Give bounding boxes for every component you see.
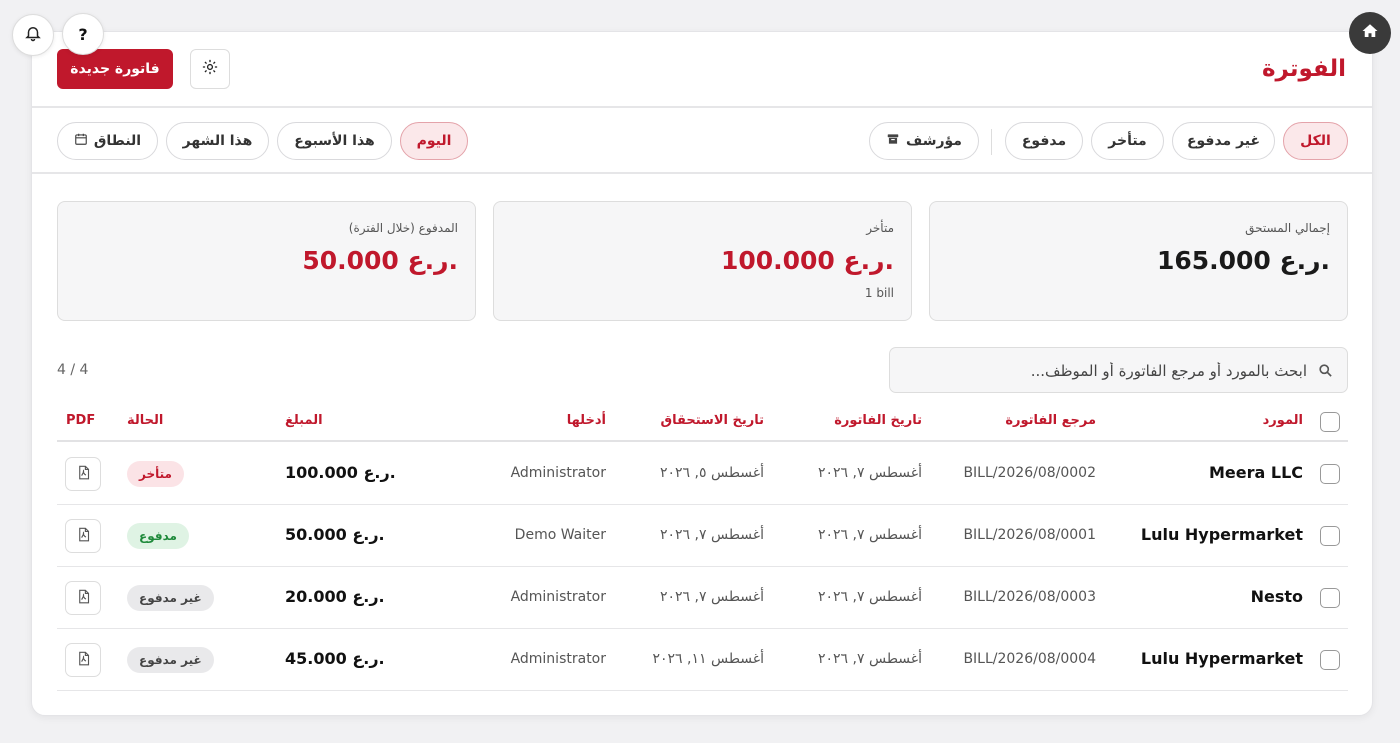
status-badge: غير مدفوع	[127, 585, 214, 611]
notifications-button[interactable]	[12, 14, 54, 56]
filter-divider	[991, 129, 992, 155]
status-badge: مدفوع	[127, 523, 189, 549]
filter-paid[interactable]: مدفوع	[1005, 122, 1083, 160]
col-amount[interactable]: المبلغ	[285, 413, 323, 428]
search-icon	[1318, 363, 1333, 382]
row-checkbox[interactable]	[1320, 464, 1340, 484]
help-button[interactable]: ?	[62, 13, 104, 55]
bell-icon	[24, 24, 42, 46]
billing-card: الفوترة فاتورة جديدة الكل غير مدفوع متأخ…	[31, 31, 1373, 716]
home-icon	[1361, 22, 1379, 44]
table-row[interactable]: Nesto BILL/2026/08/0003 أغسطس ٧, ٢٠٢٦ أغ…	[57, 567, 1348, 629]
status-badge: غير مدفوع	[127, 647, 214, 673]
help-icon: ?	[78, 24, 88, 44]
gear-icon	[201, 58, 219, 80]
settings-button[interactable]	[190, 49, 230, 89]
calendar-icon	[74, 132, 88, 150]
stat-total-due: إجمالي المستحق 165.000 ر.ع.	[929, 201, 1348, 321]
select-all-checkbox[interactable]	[1320, 412, 1340, 432]
pdf-button[interactable]	[65, 519, 101, 553]
filter-unpaid[interactable]: غير مدفوع	[1172, 122, 1275, 160]
col-ref[interactable]: مرجع الفاتورة	[1005, 413, 1096, 428]
archive-icon	[886, 132, 900, 150]
pdf-file-icon	[76, 650, 91, 671]
new-bill-button[interactable]: فاتورة جديدة	[57, 49, 173, 89]
table-header: المورد مرجع الفاتورة تاريخ الفاتورة تاري…	[57, 404, 1348, 442]
home-button[interactable]	[1349, 12, 1391, 54]
pdf-file-icon	[76, 526, 91, 547]
table-row[interactable]: Lulu Hypermarket BILL/2026/08/0001 أغسطس…	[57, 505, 1348, 567]
date-this-month[interactable]: هذا الشهر	[166, 122, 269, 160]
row-checkbox[interactable]	[1320, 526, 1340, 546]
filter-archived[interactable]: مؤرشف	[869, 122, 979, 160]
date-this-week[interactable]: هذا الأسبوع	[277, 122, 392, 160]
col-bill-date[interactable]: تاريخ الفاتورة	[834, 413, 922, 428]
pdf-file-icon	[76, 464, 91, 485]
row-checkbox[interactable]	[1320, 588, 1340, 608]
col-pdf: PDF	[66, 413, 96, 428]
date-today[interactable]: اليوم	[400, 122, 468, 160]
col-status[interactable]: الحالة	[127, 413, 163, 428]
stat-overdue: متأخر 100.000 ر.ع. 1 bill	[493, 201, 912, 321]
col-vendor[interactable]: المورد	[1263, 413, 1303, 428]
stat-paid: المدفوع (خلال الفترة) 50.000 ر.ع.	[57, 201, 476, 321]
status-badge: متأخر	[127, 461, 184, 487]
page-header: الفوترة فاتورة جديدة	[32, 32, 1372, 108]
pdf-button[interactable]	[65, 457, 101, 491]
search-box	[889, 347, 1348, 393]
pdf-button[interactable]	[65, 643, 101, 677]
date-range[interactable]: النطاق	[57, 122, 158, 160]
filter-bar: الكل غير مدفوع متأخر مدفوع مؤرشف اليوم ه…	[32, 109, 1372, 174]
page-title: الفوترة	[1261, 56, 1346, 82]
result-count: 4 / 4	[57, 362, 89, 378]
row-checkbox[interactable]	[1320, 650, 1340, 670]
filter-overdue[interactable]: متأخر	[1091, 122, 1164, 160]
search-input[interactable]	[907, 357, 1307, 385]
pdf-button[interactable]	[65, 581, 101, 615]
col-due-date[interactable]: تاريخ الاستحقاق	[661, 413, 764, 428]
table-row[interactable]: Meera LLC BILL/2026/08/0002 أغسطس ٧, ٢٠٢…	[57, 443, 1348, 505]
table-row[interactable]: Lulu Hypermarket BILL/2026/08/0004 أغسطس…	[57, 629, 1348, 691]
col-entered-by[interactable]: أدخلها	[567, 413, 606, 428]
filter-all[interactable]: الكل	[1283, 122, 1348, 160]
pdf-file-icon	[76, 588, 91, 609]
